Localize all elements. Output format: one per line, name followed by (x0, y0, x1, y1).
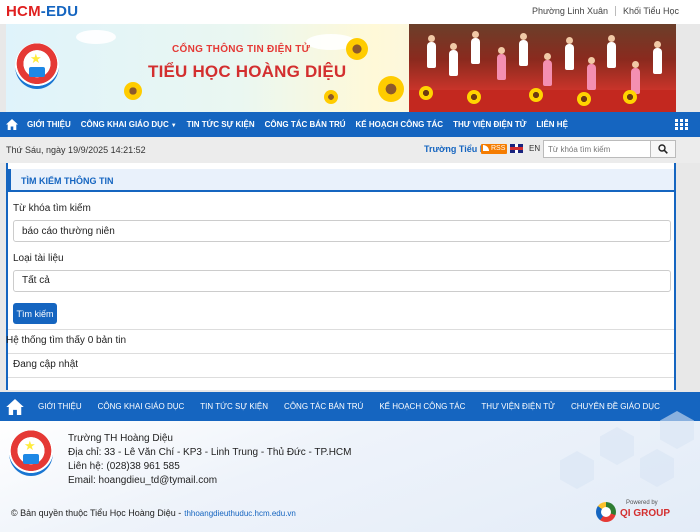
language-switch[interactable]: EN (529, 144, 540, 153)
nav-item-library[interactable]: THƯ VIỆN ĐIỆN TỬ (448, 120, 531, 129)
main-nav: GIỚI THIỆU CÔNG KHAI GIÁO DỤC ▼ TIN TỨC S… (0, 112, 700, 137)
site-footer: ★ Trường TH Hoàng Diệu Địa chỉ: 33 - Lê … (0, 411, 700, 532)
footer-home-icon[interactable] (0, 398, 30, 415)
doc-type-select[interactable]: Tất cả (13, 270, 671, 292)
divider (8, 377, 674, 378)
doc-type-label: Loại tài liệu (13, 253, 64, 264)
caret-down-icon: ▼ (170, 123, 177, 129)
sunflower-prop (623, 90, 637, 104)
sunflower-prop (419, 86, 433, 100)
current-datetime: Thứ Sáu, ngày 19/9/2025 14:21:52 (6, 145, 146, 155)
footer-address: Địa chỉ: 33 - Lê Văn Chí - KP3 - Linh Tr… (68, 447, 352, 458)
school-logo: ★ (15, 43, 59, 89)
performer-figure (543, 53, 552, 86)
nav-item-boarding[interactable]: CÔNG TÁC BÁN TRÚ (260, 120, 351, 129)
footer-contact-info: Trường TH Hoàng Diệu Địa chỉ: 33 - Lê Vă… (68, 432, 351, 488)
rss-label: RSS (491, 145, 506, 152)
home-icon[interactable] (2, 112, 22, 137)
flower-decoration (324, 90, 338, 104)
uk-flag-icon[interactable] (510, 144, 523, 153)
top-bar: HCM-EDU Phường Linh Xuân Khối Tiểu Học (0, 0, 700, 24)
footer-nav-disclosure[interactable]: CÔNG KHAI GIÁO DỤC (90, 402, 193, 411)
footer-nav-news[interactable]: TIN TỨC SỰ KIỆN (192, 402, 276, 411)
book-icon (23, 454, 39, 464)
divider (8, 353, 674, 354)
rss-link[interactable]: RSS (481, 144, 508, 154)
footer-nav-topics[interactable]: CHUYÊN ĐỀ GIÁO DỤC (563, 402, 668, 411)
top-link-ward[interactable]: Phường Linh Xuân (525, 6, 615, 16)
footer-nav-boarding[interactable]: CÔNG TÁC BÁN TRÚ (276, 402, 371, 411)
performer-figure (607, 35, 616, 68)
nav-item-about[interactable]: GIỚI THIỆU (22, 120, 76, 129)
brand-primary: HCM (6, 3, 41, 20)
brand-secondary: -EDU (40, 3, 79, 20)
powered-by-label: Powered by (626, 500, 658, 506)
footer-email: Email: hoangdieu_td@tymail.com (68, 475, 218, 486)
performer-figure (427, 35, 436, 68)
nav-item-plans[interactable]: KẾ HOẠCH CÔNG TÁC (351, 120, 449, 129)
sunflower-prop (577, 92, 591, 106)
search-result-count: Hệ thống tìm thấy 0 bản tin (6, 335, 127, 346)
doc-type-value: Tất cả (22, 275, 50, 286)
footer-nav-library[interactable]: THƯ VIỆN ĐIỆN TỬ (473, 402, 563, 411)
banner-school-name: TIỂU HỌC HOÀNG DIỆU (148, 62, 347, 81)
banner-photo (409, 24, 676, 112)
performer-figure (587, 57, 596, 90)
flower-decoration (346, 38, 368, 60)
star-icon: ★ (30, 51, 42, 66)
sunflower-prop (467, 90, 481, 104)
banner-subtitle: CỔNG THÔNG TIN ĐIỆN TỬ (172, 44, 311, 55)
nav-item-disclosure-label: CÔNG KHAI GIÁO DỤC (80, 120, 169, 129)
search-panel-title: TÌM KIẾM THÔNG TIN (21, 176, 114, 186)
info-bar: Thứ Sáu, ngày 19/9/2025 14:21:52 Trường … (0, 137, 700, 163)
news-ticker[interactable]: Trường Tiểu h (424, 144, 485, 154)
hex-decoration (600, 427, 634, 465)
performer-figure (471, 31, 480, 64)
sunflower-prop (529, 88, 543, 102)
vendor-name: QI GROUP (620, 508, 671, 519)
flower-decoration (124, 82, 142, 100)
footer-nav-about[interactable]: GIỚI THIỆU (30, 402, 90, 411)
performer-figure (565, 37, 574, 70)
performer-figure (449, 43, 458, 76)
apps-grid-icon[interactable] (675, 119, 688, 130)
hcm-edu-logo[interactable]: HCM-EDU (6, 3, 78, 20)
nav-item-news[interactable]: TIN TỨC SỰ KIỆN (182, 120, 260, 129)
performer-figure (497, 47, 506, 80)
flower-decoration (378, 76, 404, 102)
top-links: Phường Linh Xuân Khối Tiểu Học (525, 6, 686, 16)
book-icon (29, 67, 45, 77)
divider (8, 329, 674, 330)
hex-decoration (560, 451, 594, 489)
footer-nav-plans[interactable]: KẾ HOẠCH CÔNG TÁC (371, 402, 473, 411)
nav-item-disclosure[interactable]: CÔNG KHAI GIÁO DỤC ▼ (76, 120, 182, 129)
header-search-button[interactable] (651, 140, 676, 158)
copyright-text: © Bản quyền thuộc Tiểu Học Hoàng Diệu - (11, 508, 182, 518)
site-banner[interactable]: ★ CỔNG THÔNG TIN ĐIỆN TỬ TIỂU HỌC HOÀNG … (6, 24, 676, 112)
hex-decoration (640, 449, 674, 487)
nav-item-contact[interactable]: LIÊN HỆ (531, 120, 573, 129)
search-panel-header: TÌM KIẾM THÔNG TIN (8, 169, 674, 192)
cloud-decoration (76, 30, 116, 44)
footer-nav: GIỚI THIỆU CÔNG KHAI GIÁO DỤC TIN TỨC SỰ… (0, 392, 700, 421)
keyword-label: Từ khóa tìm kiếm (13, 203, 91, 214)
copyright: © Bản quyền thuộc Tiểu Học Hoàng Diệu -t… (11, 508, 296, 518)
performer-figure (653, 41, 662, 74)
footer-phone: Liên hệ: (028)38 961 585 (68, 461, 180, 472)
search-submit-button[interactable]: Tìm kiếm (13, 303, 57, 324)
performer-figure (519, 33, 528, 66)
top-link-primary-level[interactable]: Khối Tiểu Học (614, 6, 686, 16)
search-status: Đang cập nhật (13, 359, 79, 370)
search-panel: TÌM KIẾM THÔNG TIN Từ khóa tìm kiếm Loại… (6, 163, 676, 390)
qi-group-logo-icon (596, 502, 616, 522)
header-search-input[interactable] (543, 140, 651, 158)
footer-school-name: Trường TH Hoàng Diệu (68, 433, 173, 444)
footer-school-logo: ★ (9, 430, 53, 476)
keyword-input[interactable] (13, 220, 671, 242)
star-icon: ★ (24, 438, 36, 453)
search-icon (658, 144, 668, 154)
rss-icon (483, 145, 489, 151)
footer-site-link[interactable]: thhoangdieuthuduc.hcm.edu.vn (184, 509, 296, 518)
